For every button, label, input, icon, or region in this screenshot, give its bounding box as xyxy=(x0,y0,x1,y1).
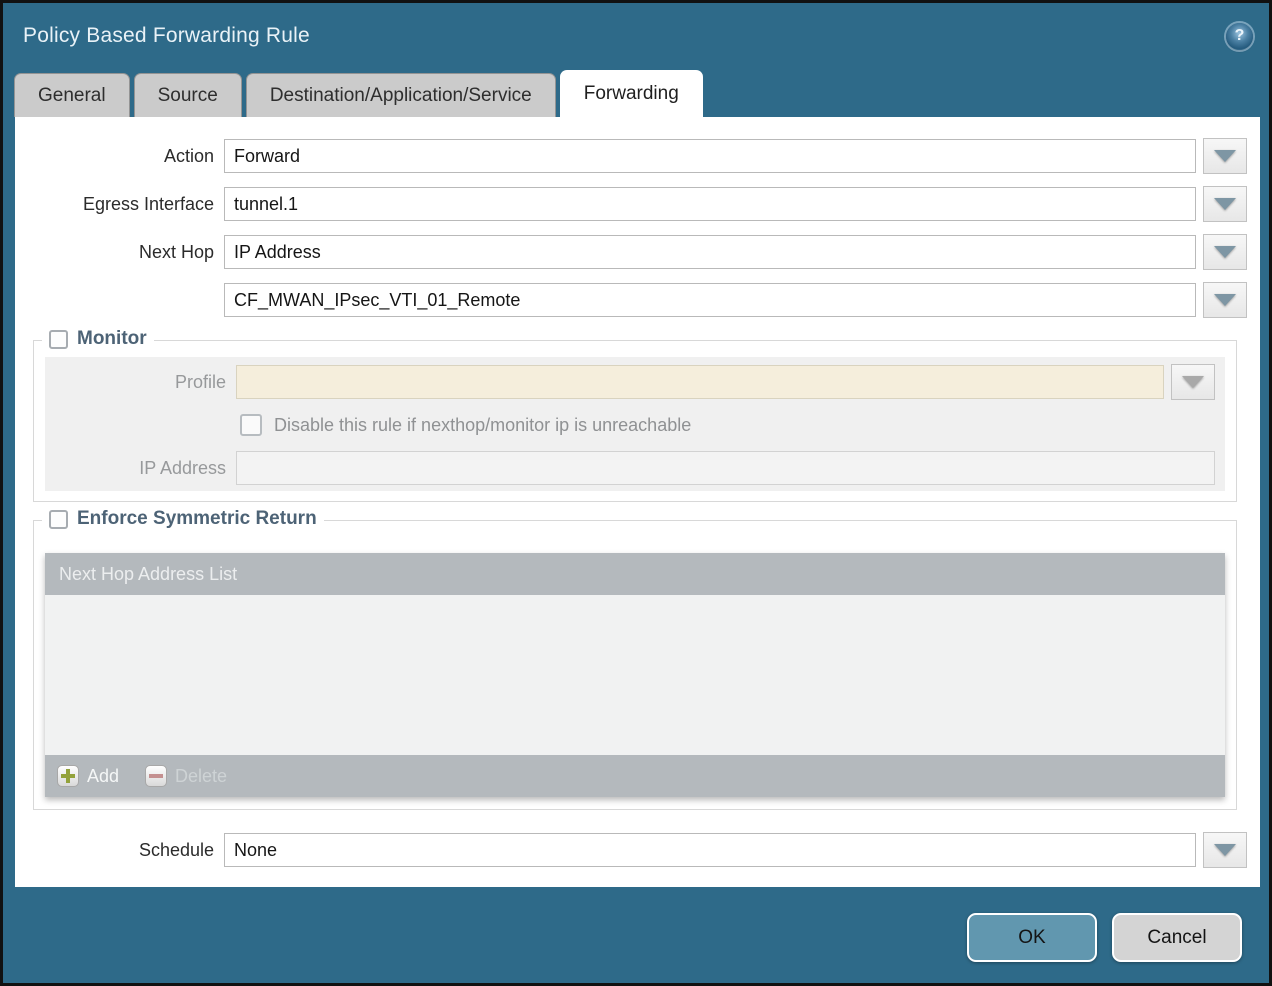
chevron-down-icon xyxy=(1214,198,1236,210)
enforce-symmetric-return-section: Enforce Symmetric Return Next Hop Addres… xyxy=(33,520,1237,810)
chevron-down-icon xyxy=(1214,294,1236,306)
action-label: Action xyxy=(15,146,224,167)
monitor-legend-label: Monitor xyxy=(77,328,147,350)
delete-button[interactable]: Delete xyxy=(145,765,227,787)
schedule-row: Schedule None xyxy=(15,832,1247,868)
minus-icon xyxy=(145,765,167,787)
monitor-disabled-area: Profile Disable this rule if nexthop/mon… xyxy=(45,357,1225,491)
tab-source[interactable]: Source xyxy=(134,73,242,117)
monitor-ip-address-row: IP Address xyxy=(45,451,1215,485)
profile-label: Profile xyxy=(45,372,236,393)
chevron-down-icon xyxy=(1214,150,1236,162)
ok-button[interactable]: OK xyxy=(967,913,1097,962)
chevron-down-icon xyxy=(1214,844,1236,856)
egress-interface-row: Egress Interface tunnel.1 xyxy=(15,186,1247,222)
next-hop-address-list-table: Next Hop Address List Add Delete xyxy=(45,553,1225,797)
plus-icon xyxy=(57,765,79,787)
tab-general[interactable]: General xyxy=(14,73,130,117)
enforce-symmetric-return-checkbox[interactable] xyxy=(49,510,68,529)
profile-dropdown-button[interactable] xyxy=(1171,364,1215,400)
action-select[interactable]: Forward xyxy=(224,139,1196,173)
egress-interface-label: Egress Interface xyxy=(15,194,224,215)
schedule-label: Schedule xyxy=(15,840,224,861)
chevron-down-icon xyxy=(1182,376,1204,388)
pbf-rule-dialog: Policy Based Forwarding Rule ? General S… xyxy=(0,0,1272,986)
next-hop-type-select[interactable]: IP Address xyxy=(224,235,1196,269)
add-button-label: Add xyxy=(87,766,119,787)
monitor-ip-address-label: IP Address xyxy=(45,458,236,479)
table-body-empty[interactable] xyxy=(45,595,1225,755)
dialog-title: Policy Based Forwarding Rule xyxy=(23,24,310,48)
profile-select[interactable] xyxy=(236,365,1164,399)
next-hop-address-dropdown-button[interactable] xyxy=(1203,282,1247,318)
next-hop-address-row: CF_MWAN_IPsec_VTI_01_Remote xyxy=(15,282,1247,318)
next-hop-address-list-column-header: Next Hop Address List xyxy=(59,564,237,585)
table-toolbar: Add Delete xyxy=(45,755,1225,797)
monitor-section: Monitor Profile Disable this rule if nex… xyxy=(33,340,1237,502)
help-icon[interactable]: ? xyxy=(1226,23,1253,50)
enforce-symmetric-return-legend-label: Enforce Symmetric Return xyxy=(77,508,317,530)
cancel-button[interactable]: Cancel xyxy=(1112,913,1242,962)
chevron-down-icon xyxy=(1214,246,1236,258)
forwarding-tab-panel: Action Forward Egress Interface tunnel.1… xyxy=(15,117,1260,887)
disable-rule-label: Disable this rule if nexthop/monitor ip … xyxy=(274,415,691,436)
action-row: Action Forward xyxy=(15,138,1247,174)
dialog-titlebar: Policy Based Forwarding Rule ? xyxy=(3,3,1269,69)
next-hop-address-select[interactable]: CF_MWAN_IPsec_VTI_01_Remote xyxy=(224,283,1196,317)
delete-button-label: Delete xyxy=(175,766,227,787)
schedule-select[interactable]: None xyxy=(224,833,1196,867)
enforce-symmetric-return-legend: Enforce Symmetric Return xyxy=(42,508,324,530)
tab-destination-application-service[interactable]: Destination/Application/Service xyxy=(246,73,556,117)
dialog-footer: OK Cancel xyxy=(3,887,1269,962)
table-header: Next Hop Address List xyxy=(45,553,1225,595)
add-button[interactable]: Add xyxy=(57,765,119,787)
egress-interface-dropdown-button[interactable] xyxy=(1203,186,1247,222)
tab-bar: General Source Destination/Application/S… xyxy=(3,69,1269,117)
disable-rule-checkbox[interactable] xyxy=(240,414,262,436)
profile-row: Profile xyxy=(45,364,1215,400)
next-hop-type-dropdown-button[interactable] xyxy=(1203,234,1247,270)
next-hop-row: Next Hop IP Address xyxy=(15,234,1247,270)
next-hop-label: Next Hop xyxy=(15,242,224,263)
egress-interface-select[interactable]: tunnel.1 xyxy=(224,187,1196,221)
monitor-checkbox[interactable] xyxy=(49,330,68,349)
tab-forwarding[interactable]: Forwarding xyxy=(560,70,703,117)
action-dropdown-button[interactable] xyxy=(1203,138,1247,174)
schedule-dropdown-button[interactable] xyxy=(1203,832,1247,868)
disable-rule-row: Disable this rule if nexthop/monitor ip … xyxy=(240,414,1215,436)
monitor-legend: Monitor xyxy=(42,328,154,350)
monitor-ip-address-input[interactable] xyxy=(236,451,1215,485)
